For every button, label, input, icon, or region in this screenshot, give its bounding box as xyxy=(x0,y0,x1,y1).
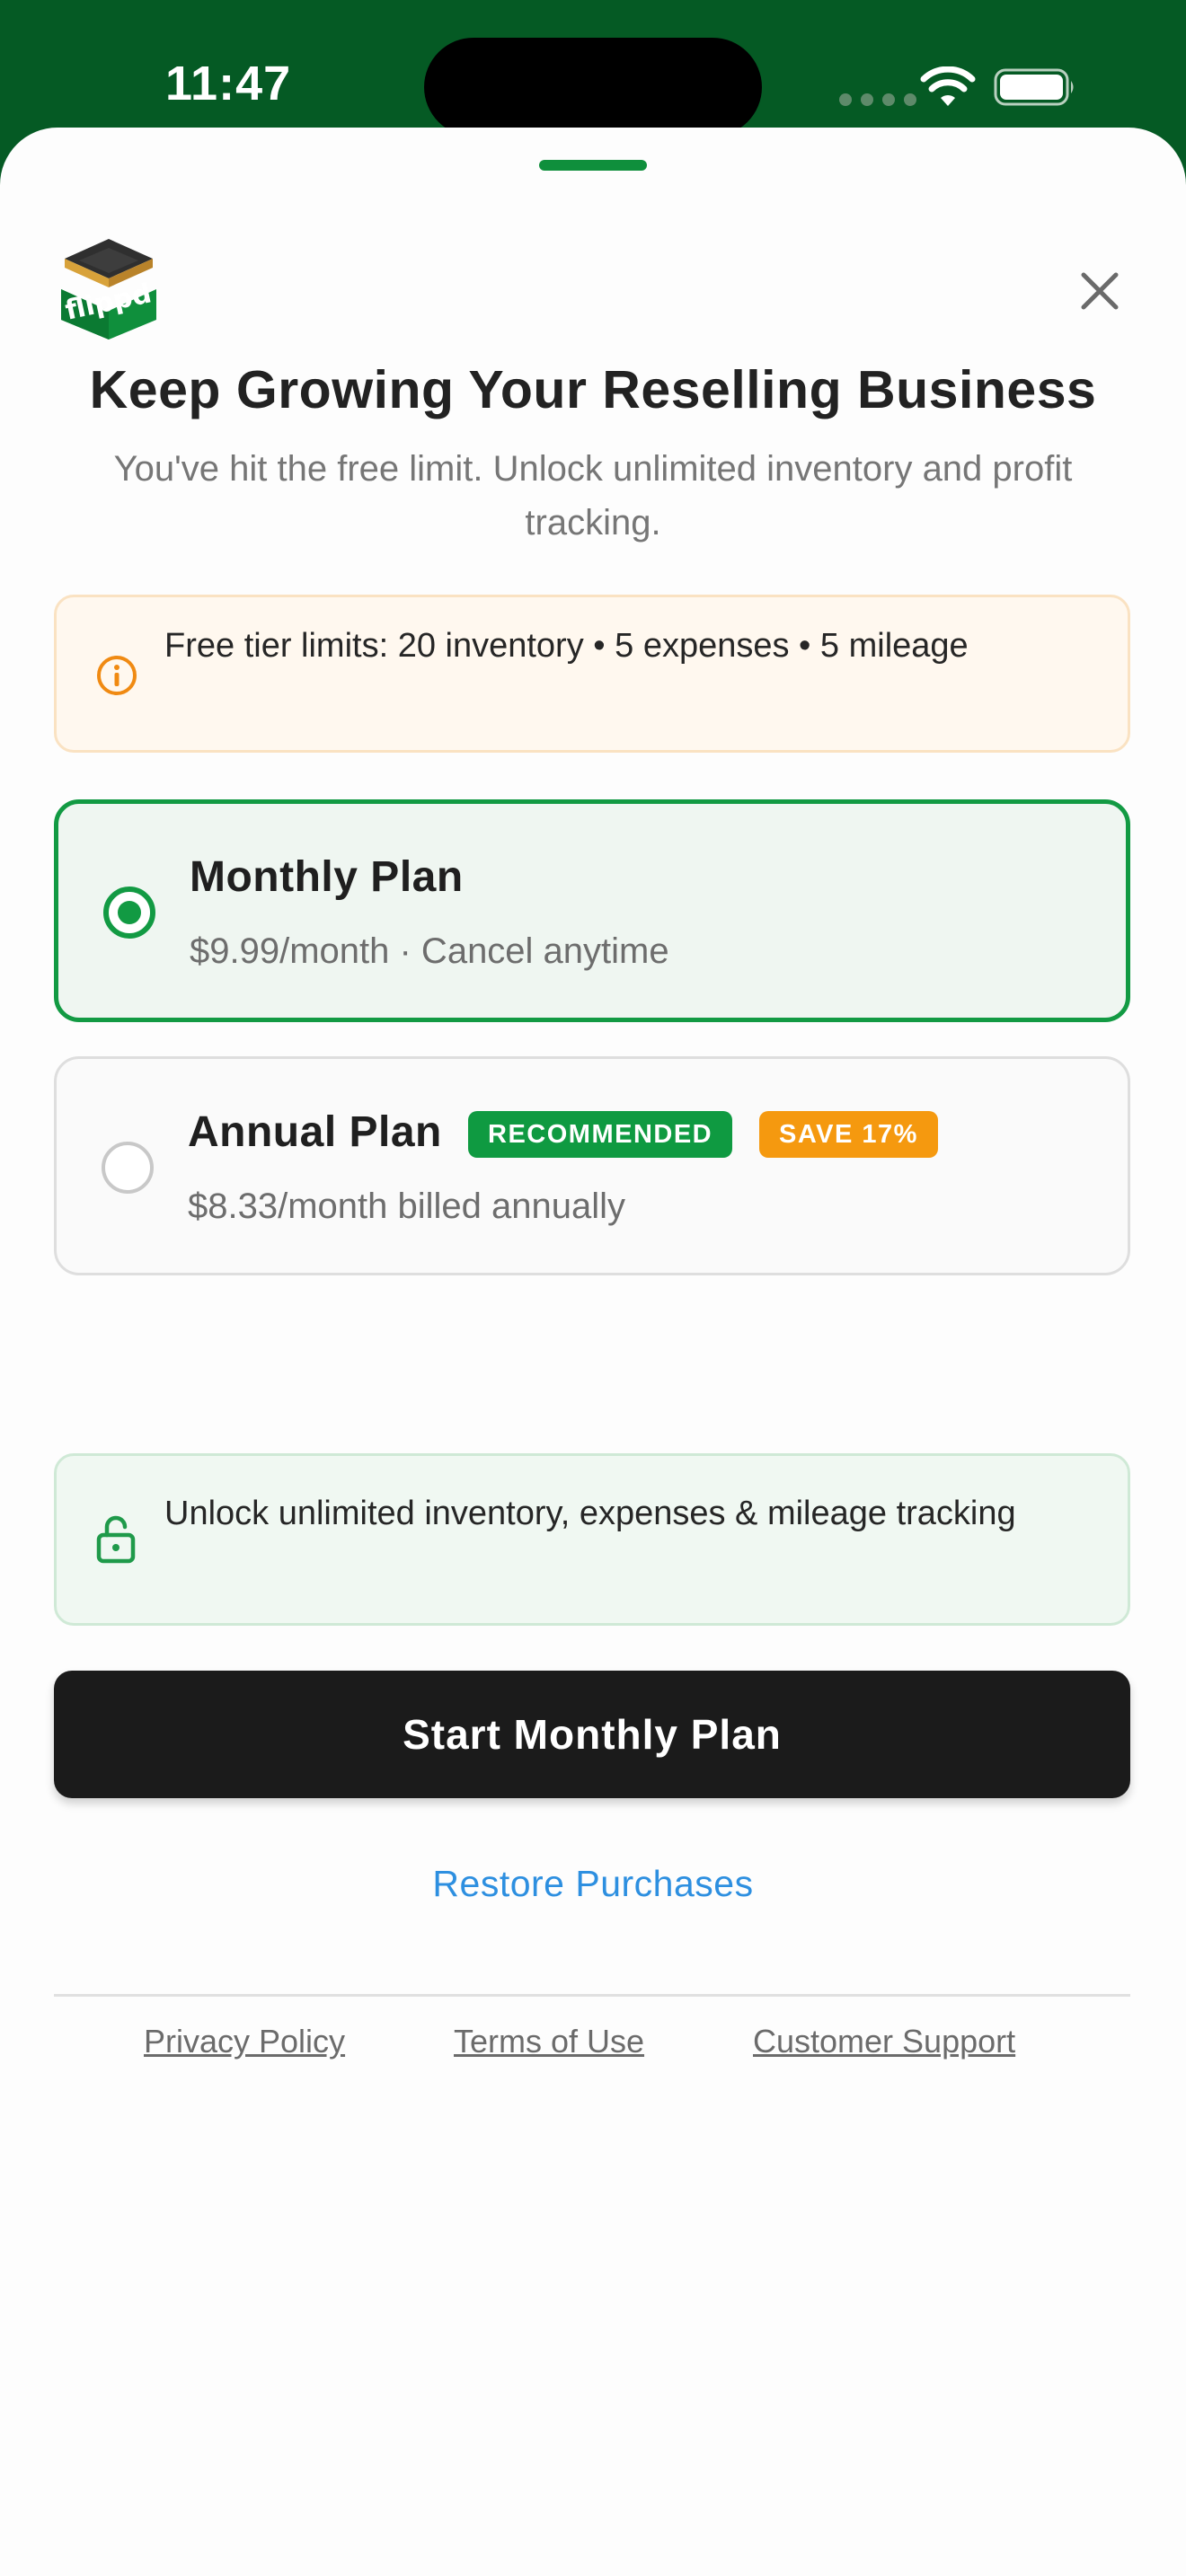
cellular-signal-icon xyxy=(839,93,916,106)
recommended-badge: RECOMMENDED xyxy=(468,1111,733,1158)
battery-icon xyxy=(994,68,1074,106)
paywall-sheet: flippd Keep Growing Your Reselling Busin… xyxy=(0,128,1186,2576)
flippd-logo: flippd xyxy=(61,239,156,340)
plan-name: Annual Plan xyxy=(188,1108,442,1156)
info-icon xyxy=(97,656,137,695)
restore-purchases-link[interactable]: Restore Purchases xyxy=(323,1863,863,1905)
wifi-icon xyxy=(920,66,976,106)
terms-of-use-link[interactable]: Terms of Use xyxy=(454,2023,644,2060)
unlock-features-banner: Unlock unlimited inventory, expenses & m… xyxy=(54,1453,1130,1626)
privacy-policy-link[interactable]: Privacy Policy xyxy=(144,2023,345,2060)
free-tier-limits-banner: Free tier limits: 20 inventory • 5 expen… xyxy=(54,595,1130,753)
status-bar: 11:47 xyxy=(0,0,1186,137)
customer-support-link[interactable]: Customer Support xyxy=(753,2023,1015,2060)
save-badge: SAVE 17% xyxy=(759,1111,938,1158)
plan-option-monthly[interactable]: Monthly Plan $9.99/month · Cancel anytim… xyxy=(54,799,1130,1022)
lock-open-icon xyxy=(96,1515,136,1564)
status-time: 11:47 xyxy=(165,57,292,110)
free-tier-limits-text: Free tier limits: 20 inventory • 5 expen… xyxy=(164,627,969,665)
plan-price: $9.99/month · Cancel anytime xyxy=(190,931,669,971)
close-button[interactable] xyxy=(1066,257,1134,325)
plan-price: $8.33/month billed annually xyxy=(188,1187,626,1226)
annual-radio[interactable] xyxy=(102,1142,154,1194)
page-title: Keep Growing Your Reselling Business xyxy=(89,360,1097,419)
plan-option-annual[interactable]: Annual Plan RECOMMENDED SAVE 17% $8.33/m… xyxy=(54,1056,1130,1275)
close-icon xyxy=(1081,272,1119,310)
footer-divider xyxy=(54,1994,1130,1997)
page-subtitle: You've hit the free limit. Unlock unlimi… xyxy=(113,449,1073,543)
unlock-features-text: Unlock unlimited inventory, expenses & m… xyxy=(164,1495,1016,1532)
monthly-radio-selected[interactable] xyxy=(103,887,155,939)
dynamic-island xyxy=(424,38,762,137)
sheet-grabber[interactable] xyxy=(539,160,647,171)
plan-name: Monthly Plan xyxy=(190,853,464,901)
start-plan-button[interactable]: Start Monthly Plan xyxy=(54,1671,1130,1798)
